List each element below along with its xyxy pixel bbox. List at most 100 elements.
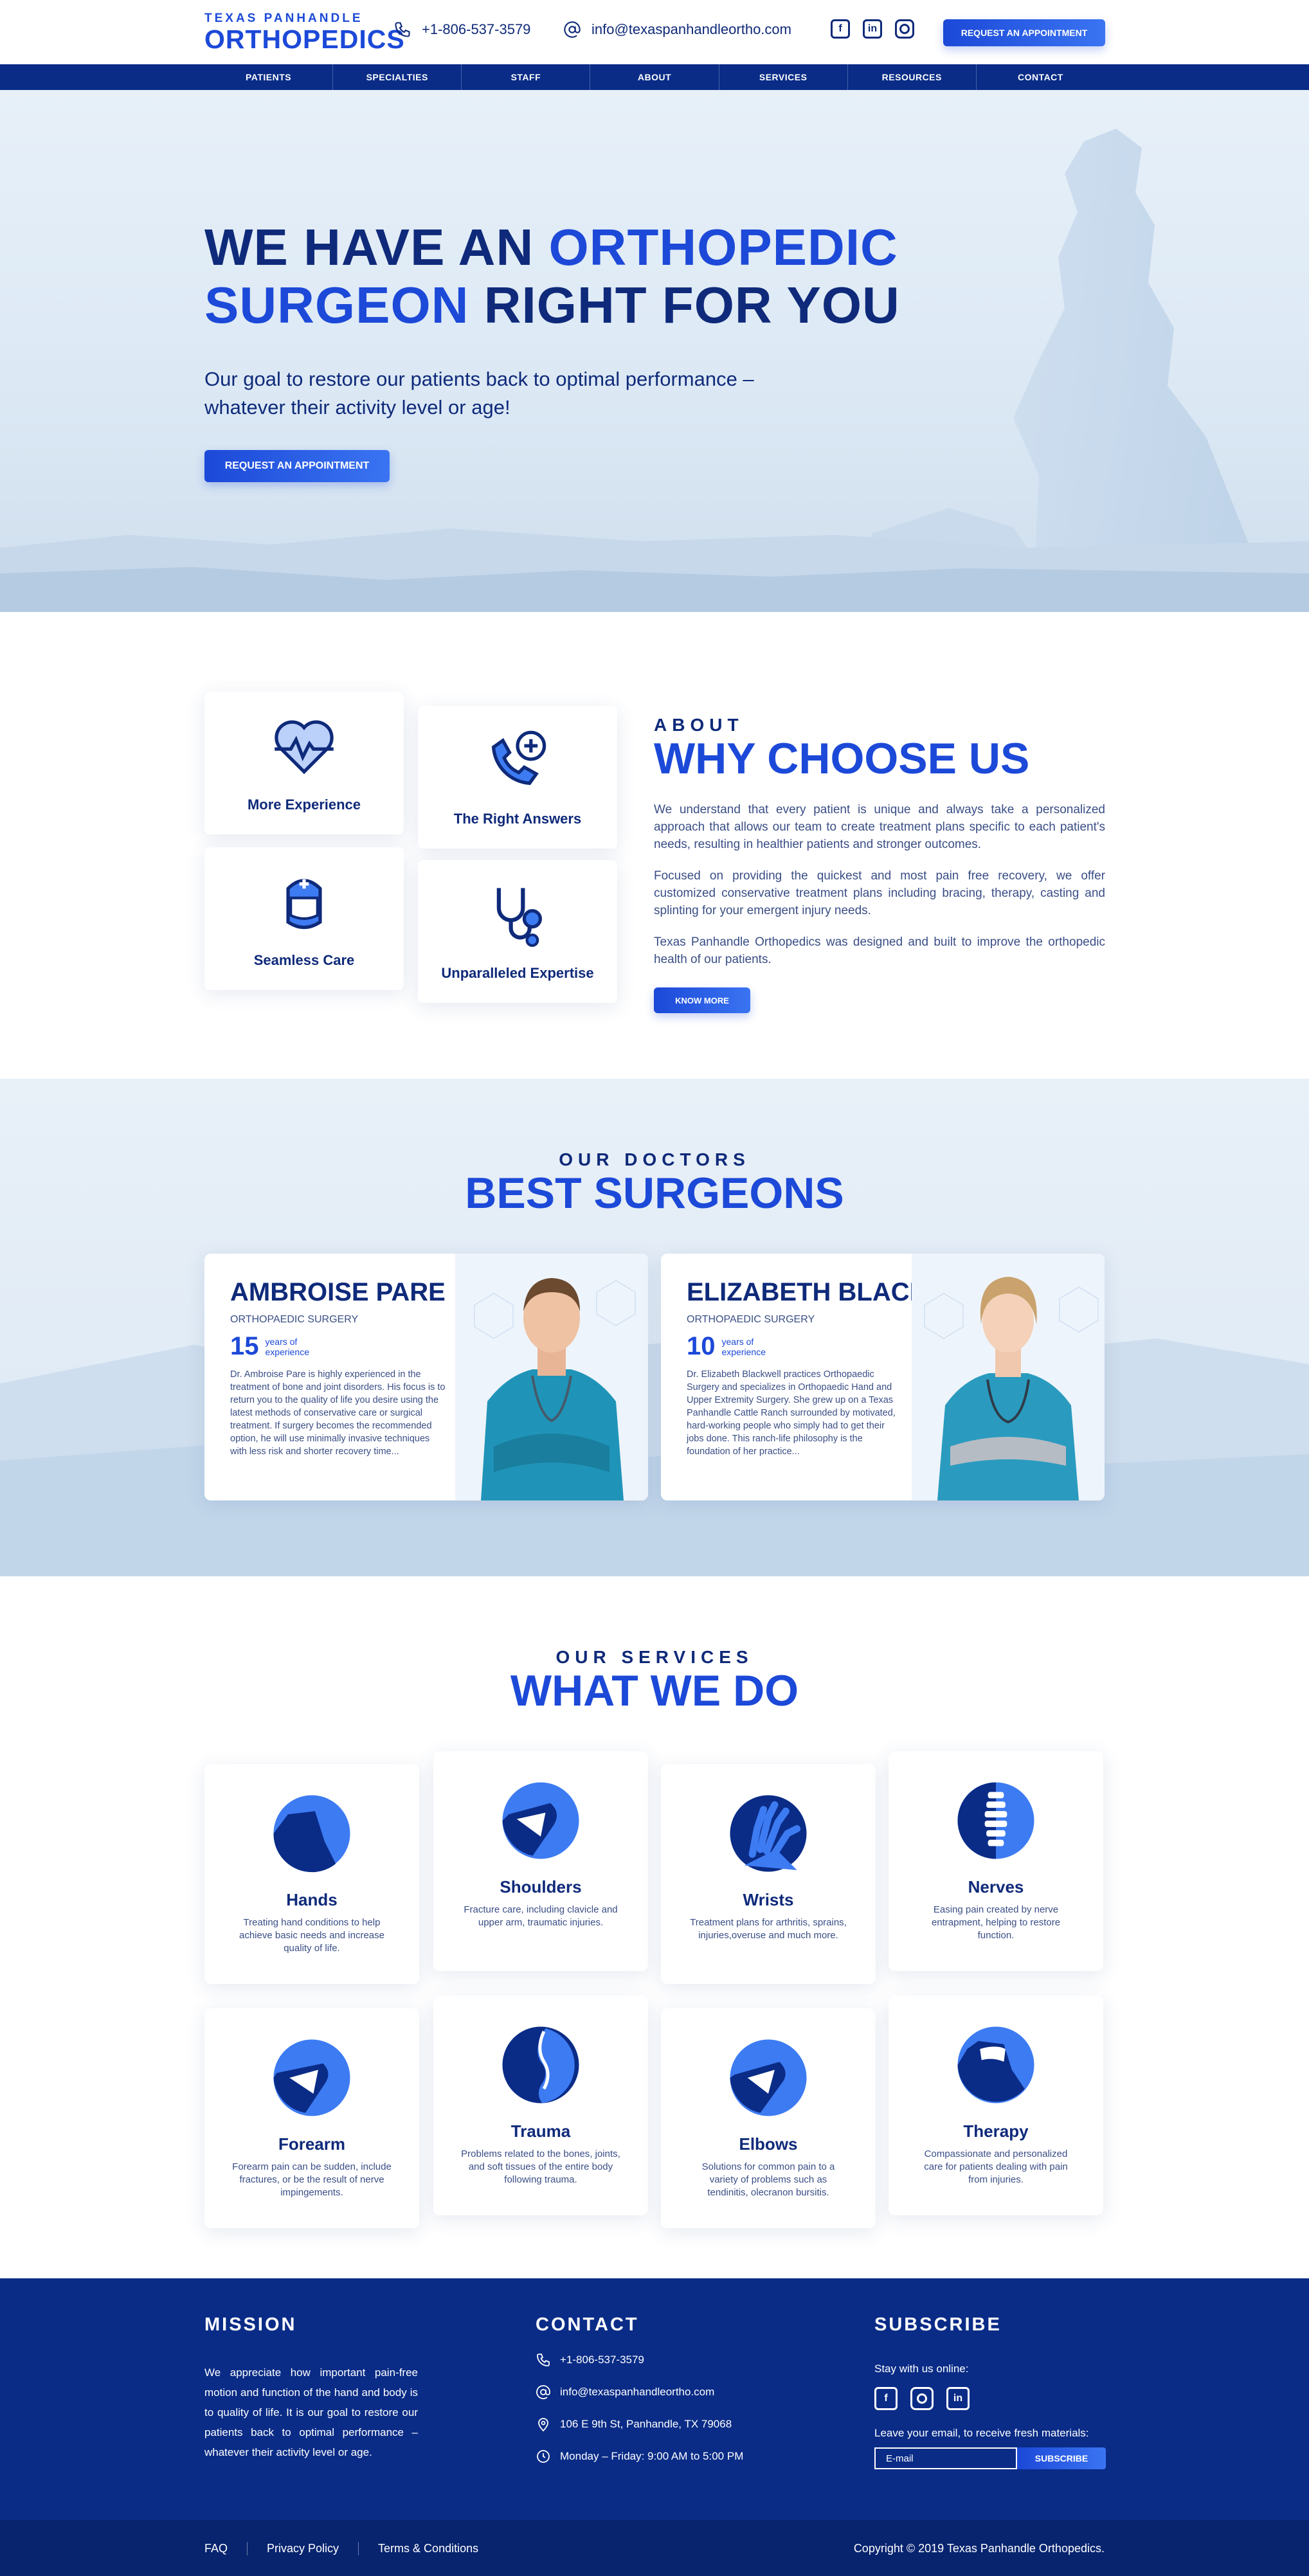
service-card[interactable]: Hands Treating hand conditions to help a…: [204, 1764, 419, 1984]
footer-links: FAQ Privacy Policy Terms & Conditions: [204, 2542, 498, 2555]
footer-stay-text: Stay with us online:: [874, 2363, 969, 2375]
email-field[interactable]: [874, 2447, 1017, 2469]
phone-plus-icon: [491, 730, 546, 786]
feature-card: More Experience: [204, 692, 404, 834]
at-icon: [536, 2385, 550, 2399]
service-card[interactable]: Forearm Forearm pain can be sudden, incl…: [204, 2008, 419, 2228]
service-description: Problems related to the bones, joints, a…: [461, 2148, 620, 2185]
service-card[interactable]: Wrists Treatment plans for arthritis, sp…: [661, 1764, 876, 1984]
location-pin-icon: [538, 2418, 548, 2432]
nav-item-staff[interactable]: STAFF: [462, 64, 591, 90]
feature-card: Unparalleled Expertise: [418, 860, 617, 1003]
about-paragraph: Focused on providing the quickest and mo…: [654, 869, 1105, 917]
stethoscope-icon: [496, 888, 542, 947]
footer-phone[interactable]: +1-806-537-3579: [536, 2352, 743, 2368]
about-paragraph: We understand that every patient is uniq…: [654, 803, 1105, 851]
doctor-years-label: years of experience: [721, 1336, 766, 1357]
nav-item-specialties[interactable]: SPECIALTIES: [333, 64, 462, 90]
service-card[interactable]: Elbows Solutions for common pain to a va…: [661, 2008, 876, 2228]
feature-card: The Right Answers: [418, 706, 617, 849]
hero-title-accent: SURGEON: [204, 276, 469, 334]
doctors-kicker: OUR DOCTORS: [559, 1149, 750, 1169]
site-footer: MISSION We appreciate how important pain…: [0, 2278, 1309, 2520]
hero-title-accent: ORTHOPEDIC: [548, 219, 898, 276]
footer-link-terms[interactable]: Terms & Conditions: [359, 2542, 498, 2555]
footer-socials: f in: [874, 2387, 1106, 2410]
linkedin-icon[interactable]: in: [863, 19, 882, 39]
footer-link-privacy[interactable]: Privacy Policy: [248, 2542, 359, 2555]
hills-image: [0, 528, 1309, 612]
feature-card: Seamless Care: [204, 847, 404, 990]
footer-mission: MISSION We appreciate how important pain…: [204, 2314, 418, 2462]
footer-subscribe: SUBSCRIBE Stay with us online: f in Leav…: [874, 2314, 1106, 2469]
footer-subscribe-title: SUBSCRIBE: [874, 2314, 1002, 2335]
doctor-years-label: years of experience: [265, 1336, 310, 1357]
services-header: OUR SERVICES WHAT WE DO: [0, 1647, 1309, 1714]
logo-subtitle: TEXAS PANHANDLE: [204, 12, 363, 25]
nav-item-resources[interactable]: RESOURCES: [848, 64, 977, 90]
hero-subtitle: Our goal to restore our patients back to…: [204, 368, 754, 419]
doctor-card[interactable]: ELIZABETH BLACKWELL ORTHOPAEDIC SURGERY …: [661, 1254, 1105, 1500]
service-title: Forearm: [278, 2134, 346, 2154]
header-appointment-button[interactable]: REQUEST AN APPOINTMENT: [943, 19, 1105, 46]
about-paragraph: Texas Panhandle Orthopedics was designed…: [654, 935, 1105, 966]
instagram-icon[interactable]: [910, 2387, 934, 2410]
know-more-button[interactable]: KNOW MORE: [654, 987, 750, 1013]
facebook-icon[interactable]: f: [831, 19, 850, 39]
header-phone[interactable]: +1-806-537-3579: [393, 21, 530, 39]
nav-item-contact[interactable]: CONTACT: [977, 64, 1105, 90]
footer-contact: CONTACT +1-806-537-3579 info@texaspanhan…: [536, 2314, 743, 2464]
service-card[interactable]: Shoulders Fracture care, including clavi…: [433, 1751, 648, 1971]
service-description: Treating hand conditions to help achieve…: [239, 1917, 384, 1954]
nav-item-services[interactable]: SERVICES: [719, 64, 848, 90]
copyright: Copyright © 2019 Texas Panhandle Orthope…: [853, 2542, 1105, 2555]
nav-item-patients[interactable]: PATIENTS: [204, 64, 334, 90]
service-title: Shoulders: [500, 1877, 582, 1896]
feature-title: More Experience: [247, 797, 361, 813]
service-card[interactable]: Trauma Problems related to the bones, jo…: [433, 1995, 648, 2215]
facebook-icon[interactable]: f: [874, 2387, 898, 2410]
phone-icon: [537, 2354, 550, 2366]
doctors-section: OUR DOCTORS BEST SURGEONS AMBROISE PARE …: [0, 1079, 1309, 1576]
hero-title: WE HAVE AN ORTHOPEDIC SURGEON RIGHT FOR …: [204, 219, 900, 334]
hand-icon: [273, 1795, 350, 1873]
at-icon: [564, 21, 581, 38]
service-title: Elbows: [739, 2134, 798, 2154]
phone-icon: [395, 22, 410, 37]
doctor-card[interactable]: AMBROISE PARE ORTHOPAEDIC SURGERY 15 yea…: [204, 1254, 648, 1500]
service-card[interactable]: Therapy Compassionate and personalized c…: [889, 1995, 1103, 2215]
nav-item-about[interactable]: ABOUT: [590, 64, 719, 90]
header-email[interactable]: info@texaspanhandleortho.com: [563, 21, 791, 39]
footer-link-faq[interactable]: FAQ: [204, 2542, 248, 2555]
service-title: Therapy: [963, 2121, 1029, 2141]
footer-leave-text: Leave your email, to receive fresh mater…: [874, 2427, 1089, 2439]
services-section: OUR SERVICES WHAT WE DO Hands Treating h…: [0, 1576, 1309, 2278]
about-text-block: ABOUT WHY CHOOSE US We understand that e…: [654, 715, 1105, 968]
header-phone-text: +1-806-537-3579: [422, 21, 531, 37]
clock-icon: [537, 2450, 550, 2463]
spine-icon: [957, 1782, 1034, 1859]
about-kicker: ABOUT: [654, 715, 744, 735]
doctor-experience: 10 years of experience: [687, 1332, 780, 1361]
service-card[interactable]: Nerves Easing pain created by nerve entr…: [889, 1751, 1103, 1971]
service-description: Fracture care, including clavicle and up…: [464, 1904, 618, 1928]
services-kicker: OUR SERVICES: [555, 1647, 754, 1667]
linkedin-icon[interactable]: in: [946, 2387, 970, 2410]
service-description: Forearm pain can be sudden, include frac…: [232, 2161, 392, 2198]
header-socials: f in: [831, 19, 914, 39]
doctor-years-number: 10: [687, 1332, 716, 1360]
service-description: Solutions for common pain to a variety o…: [701, 2161, 835, 2198]
footer-email[interactable]: info@texaspanhandleortho.com: [536, 2384, 743, 2400]
instagram-icon[interactable]: [895, 19, 914, 39]
logo-main-text: ORTHOPEDICS: [204, 24, 405, 54]
feature-title: The Right Answers: [453, 811, 582, 827]
footer-address: 106 E 9th St, Panhandle, TX 79068: [536, 2417, 743, 2432]
footer-hours-text: Monday – Friday: 9:00 AM to 5:00 PM: [560, 2450, 744, 2462]
shoulder-icon: [502, 1782, 579, 1859]
hero-appointment-button[interactable]: REQUEST AN APPOINTMENT: [204, 450, 390, 482]
hero-section: WE HAVE AN ORTHOPEDIC SURGEON RIGHT FOR …: [0, 90, 1309, 612]
subscribe-button[interactable]: SUBSCRIBE: [1017, 2447, 1106, 2469]
doctor-photo: [912, 1254, 1105, 1500]
logo[interactable]: TEXAS PANHANDLE ORTHOPEDICS: [204, 12, 405, 53]
heart-pulse-icon: [275, 720, 334, 775]
